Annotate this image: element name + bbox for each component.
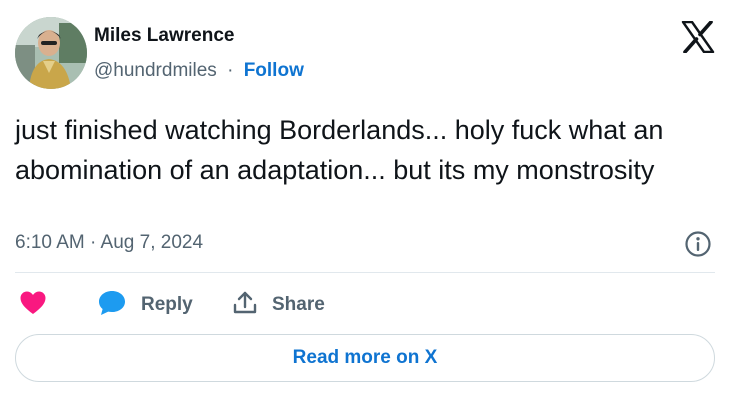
action-bar: Reply Share xyxy=(15,285,715,325)
author-handle[interactable]: @hundrdmiles xyxy=(94,60,217,81)
embedded-post-card: Miles Lawrence @hundrdmiles · Follow jus… xyxy=(0,0,737,403)
share-label: Share xyxy=(272,294,325,315)
share-upload-icon xyxy=(232,290,258,321)
avatar[interactable] xyxy=(15,17,87,89)
author-name[interactable]: Miles Lawrence xyxy=(94,25,234,47)
divider xyxy=(15,272,715,273)
reply-label: Reply xyxy=(141,294,193,315)
x-logo-icon[interactable] xyxy=(681,20,715,54)
post-timestamp[interactable]: 6:10 AM · Aug 7, 2024 xyxy=(15,232,203,254)
follow-button[interactable]: Follow xyxy=(244,60,304,81)
speech-bubble-icon xyxy=(97,289,127,322)
author-handle-row: @hundrdmiles · Follow xyxy=(94,60,304,82)
like-button[interactable] xyxy=(19,285,47,325)
post-meta-row: 6:10 AM · Aug 7, 2024 xyxy=(15,230,715,260)
share-button[interactable]: Share xyxy=(232,285,325,325)
read-more-button[interactable]: Read more on X xyxy=(15,334,715,382)
reply-button[interactable]: Reply xyxy=(97,285,193,325)
post-text: just finished watching Borderlands... ho… xyxy=(15,115,664,185)
info-icon[interactable] xyxy=(684,230,712,258)
read-more-label: Read more on X xyxy=(292,347,438,368)
heart-icon xyxy=(19,290,47,321)
handle-separator: · xyxy=(227,60,234,81)
